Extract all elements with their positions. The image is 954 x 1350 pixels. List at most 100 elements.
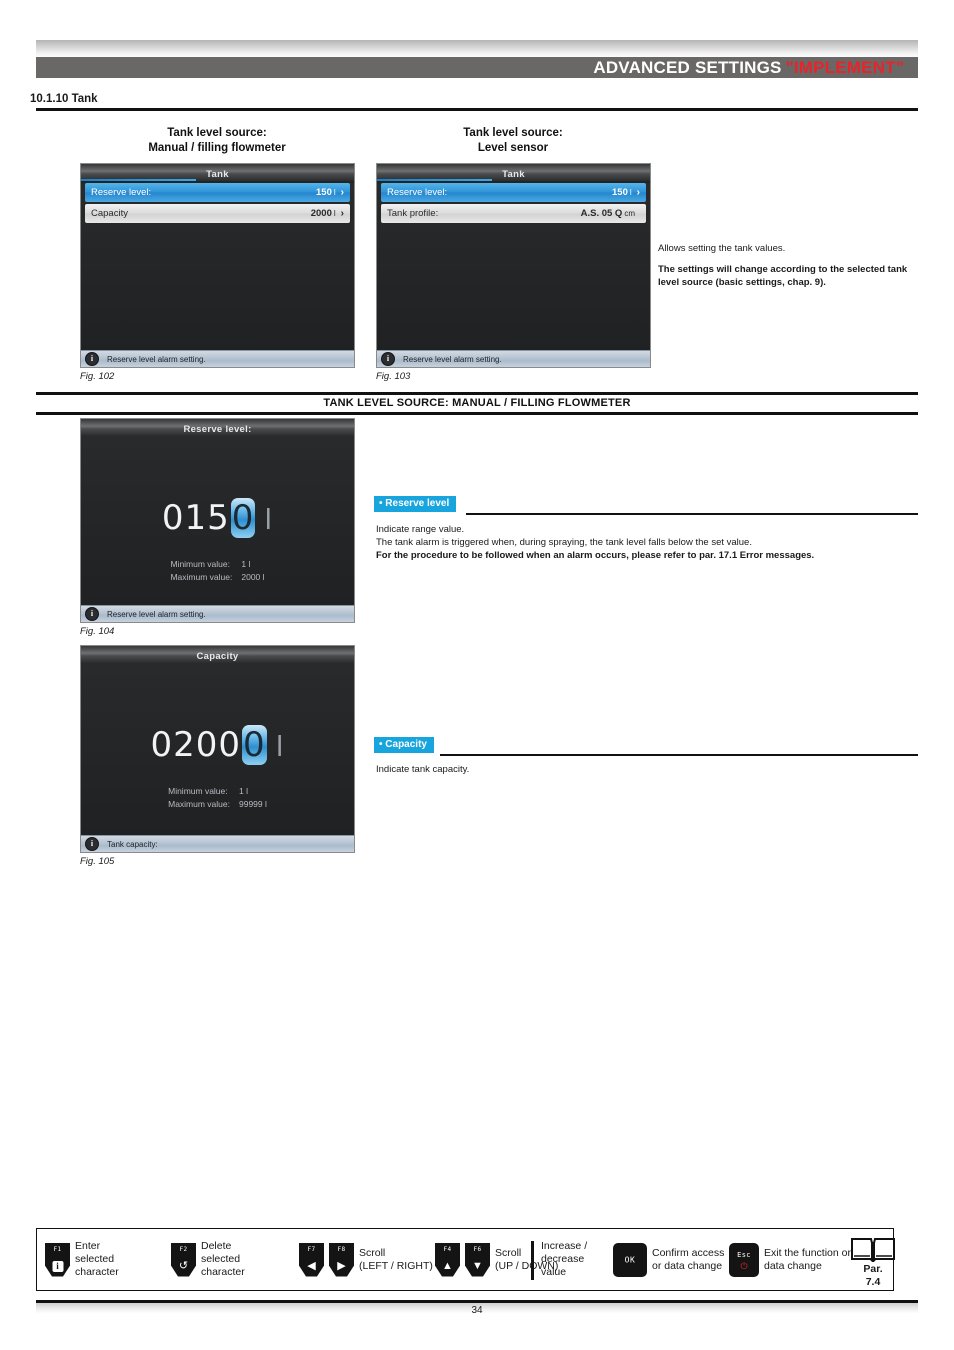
fig105-status-text: Tank capacity: [107, 839, 158, 849]
fig104-status-bar: i Reserve level alarm setting. [81, 605, 354, 622]
section-heading: 10.1.10 Tank [30, 93, 98, 105]
reserve-level-line3: For the procedure to be followed when an… [376, 550, 815, 561]
fig105-status-bar: i Tank capacity: [81, 835, 354, 852]
key-f2[interactable]: F2 ↺ [171, 1242, 196, 1277]
info-icon: i [85, 607, 99, 621]
fig102-screen-titlebar: Tank [81, 164, 354, 181]
header-gradient-top [36, 40, 918, 57]
fig103-screen-body: Reserve level: 150 l › Tank profile: A.S… [377, 183, 650, 353]
par-reference-line1: Par. [863, 1263, 883, 1275]
fig104-screen-titlebar: Reserve level: [81, 419, 354, 436]
legend-item-enter-character: F1 i Enter selected character [45, 1229, 119, 1290]
reserve-level-label: • Reserve level [374, 496, 457, 512]
fig105-maximum-value: 99999 l [239, 799, 267, 809]
header-title: ADVANCED SETTINGS "IMPLEMENT" [593, 57, 904, 78]
legend-text-delete-character: Delete selected character [201, 1240, 245, 1278]
header-title-accent: "IMPLEMENT" [785, 58, 904, 77]
fig105-value-unit: l [275, 730, 285, 763]
fig103-row-tank-profile[interactable]: Tank profile: A.S. 05 Q cm [381, 204, 646, 223]
fig105-value-cursor[interactable]: 0 [242, 725, 267, 765]
fig103-row-tank-profile-unit: cm [624, 209, 635, 218]
fig104-value-unit: l [264, 503, 274, 536]
fig102-row-reserve-level[interactable]: Reserve level: 150 l › [85, 183, 350, 202]
fig102-row-capacity-unit: l [333, 209, 336, 218]
key-f8-label: F8 [337, 1245, 346, 1253]
page-number: 34 [471, 1305, 483, 1316]
key-ok[interactable]: OK [613, 1242, 647, 1277]
fig104-screen-body: 0150 l Minimum value: 1 l Maximum value: … [81, 436, 354, 606]
fig102-row-capacity-value: 2000 [310, 208, 332, 219]
key-f6-label: F6 [473, 1245, 482, 1253]
fig104-value-editor[interactable]: 0150 l [81, 498, 354, 538]
fig103-column-title-line2: Level sensor [477, 142, 549, 154]
fig105-screen-title: Capacity [196, 651, 239, 662]
arrow-right-icon: ▶ [337, 1259, 346, 1272]
fig102-row-reserve-level-unit: l [333, 188, 336, 197]
fig104-screen: Reserve level: 0150 l Minimum value: 1 l … [80, 418, 355, 623]
capacity-underline [440, 754, 918, 756]
fig102-progress-indicator [81, 179, 196, 181]
key-f4-label: F4 [443, 1245, 452, 1253]
par-reference: Par. 7.4 [843, 1263, 903, 1289]
key-f7[interactable]: F7 ◀ [299, 1242, 324, 1277]
fig105-screen: Capacity 02000 l Minimum value: 1 l Maxim… [80, 645, 355, 853]
fig102-screen: Tank Reserve level: 150 l › Capacity 200… [80, 163, 355, 368]
legend-separator [531, 1241, 534, 1280]
legend-text-exit: Exit the function or data change [764, 1246, 851, 1272]
chevron-right-icon: › [340, 208, 344, 219]
fig105-value-prefix: 0200 [150, 725, 242, 765]
divider-rule-top [36, 392, 918, 395]
insert-character-icon: i [52, 1260, 63, 1272]
key-f7-label: F7 [307, 1245, 316, 1253]
fig105-value: 02000 l [151, 725, 285, 765]
legend-text-enter-character: Enter selected character [75, 1240, 119, 1278]
fig102-row-reserve-level-value: 150 [316, 187, 332, 198]
arrow-up-icon: ▲ [442, 1259, 453, 1272]
page-header: ADVANCED SETTINGS "IMPLEMENT" [36, 40, 918, 78]
fig103-progress-indicator [377, 179, 492, 181]
legend-item-scroll-horizontal: F7 ◀ F8 ▶ Scroll (LEFT / RIGHT) [299, 1229, 433, 1290]
fig105-value-editor[interactable]: 02000 l [81, 725, 354, 765]
intro-note: The settings will change according to th… [658, 264, 908, 288]
fig103-screen: Tank Reserve level: 150 l › Tank profile… [376, 163, 651, 368]
fig105-screen-body: 02000 l Minimum value: 1 l Maximum value:… [81, 663, 354, 836]
fig104-minimum-label: Minimum value: [170, 559, 230, 569]
info-icon: i [381, 352, 395, 366]
fig103-row-reserve-level-value: 150 [612, 187, 628, 198]
fig104-value-cursor[interactable]: 0 [230, 498, 256, 538]
fig102-row-reserve-level-label: Reserve level: [91, 187, 152, 198]
capacity-line1: Indicate tank capacity. [376, 764, 470, 775]
key-esc[interactable]: Esc ⏻ [729, 1242, 759, 1277]
fig105-minmax: Minimum value: 1 l Maximum value: 99999 … [81, 785, 354, 811]
fig102-screen-title: Tank [206, 169, 229, 180]
info-icon: i [85, 352, 99, 366]
key-f4[interactable]: F4 ▲ [435, 1242, 460, 1277]
fig105-minimum-label: Minimum value: [168, 786, 228, 796]
fig104-caption: Fig. 104 [80, 626, 115, 637]
key-f2-label: F2 [179, 1245, 188, 1253]
legend-item-scroll-vertical: F4 ▲ F6 ▼ Scroll (UP / DOWN) [435, 1229, 558, 1290]
fig105-minimum-value: 1 l [239, 786, 248, 796]
fig103-column-title: Tank level source: Level sensor [374, 126, 652, 156]
key-f1[interactable]: F1 i [45, 1242, 70, 1277]
fig104-minmax: Minimum value: 1 l Maximum value: 2000 l [81, 558, 354, 584]
fig103-status-text: Reserve level alarm setting. [403, 354, 502, 364]
fig104-status-text: Reserve level alarm setting. [107, 609, 206, 619]
key-f6[interactable]: F6 ▼ [465, 1242, 490, 1277]
fig102-screen-body: Reserve level: 150 l › Capacity 2000 l › [81, 183, 354, 353]
legend-item-confirm: OK Confirm access or data change [613, 1229, 724, 1290]
legend-item-increase-decrease: Increase / decrease value [541, 1229, 587, 1290]
fig104-screen-title: Reserve level: [183, 424, 252, 435]
key-legend: F1 i Enter selected character F2 ↺ Delet… [36, 1228, 895, 1291]
fig102-row-capacity[interactable]: Capacity 2000 l › [85, 204, 350, 223]
section-rule [36, 108, 918, 111]
fig102-status-text: Reserve level alarm setting. [107, 354, 206, 364]
fig102-column-title-line1: Tank level source: [167, 127, 267, 139]
fig104-value-prefix: 015 [161, 498, 230, 538]
fig104-value: 0150 l [162, 498, 273, 538]
reserve-level-underline [466, 513, 918, 515]
divider-title: TANK LEVEL SOURCE: MANUAL / FILLING FLOW… [323, 397, 631, 409]
fig103-row-reserve-level-label: Reserve level: [387, 187, 448, 198]
fig103-row-reserve-level[interactable]: Reserve level: 150 l › [381, 183, 646, 202]
key-f8[interactable]: F8 ▶ [329, 1242, 354, 1277]
